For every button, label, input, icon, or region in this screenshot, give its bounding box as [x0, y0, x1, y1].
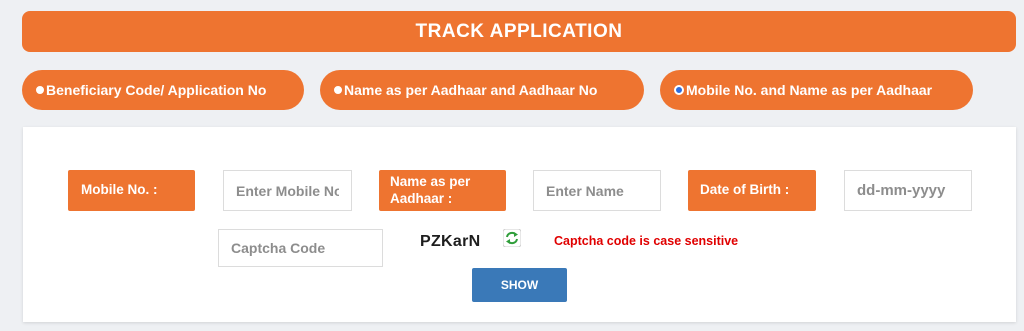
refresh-icon[interactable] — [503, 229, 521, 247]
radio-name-aadhaar[interactable] — [334, 86, 342, 94]
captcha-case-note: Captcha code is case sensitive — [554, 234, 739, 248]
option-label: Beneficiary Code/ Application No — [46, 82, 267, 98]
radio-beneficiary-code[interactable] — [36, 86, 44, 94]
mobile-input[interactable] — [223, 170, 352, 211]
captcha-input[interactable] — [218, 229, 383, 267]
dob-input[interactable] — [844, 170, 972, 211]
name-input[interactable] — [533, 170, 661, 211]
option-beneficiary-code[interactable]: Beneficiary Code/ Application No — [22, 70, 304, 110]
mobile-label: Mobile No. : — [68, 170, 195, 211]
show-button[interactable]: SHOW — [472, 268, 567, 302]
radio-mobile-name[interactable] — [674, 85, 684, 95]
page-title: TRACK APPLICATION — [22, 11, 1016, 52]
name-label: Name as per Aadhaar : — [379, 170, 506, 211]
captcha-image-text: PZKarN — [420, 233, 481, 250]
option-label: Name as per Aadhaar and Aadhaar No — [344, 82, 598, 98]
track-application-page: TRACK APPLICATION Beneficiary Code/ Appl… — [0, 0, 1024, 331]
option-mobile-name[interactable]: Mobile No. and Name as per Aadhaar — [660, 70, 973, 110]
dob-label: Date of Birth : — [688, 170, 816, 211]
option-name-aadhaar[interactable]: Name as per Aadhaar and Aadhaar No — [320, 70, 644, 110]
option-label: Mobile No. and Name as per Aadhaar — [686, 82, 933, 98]
